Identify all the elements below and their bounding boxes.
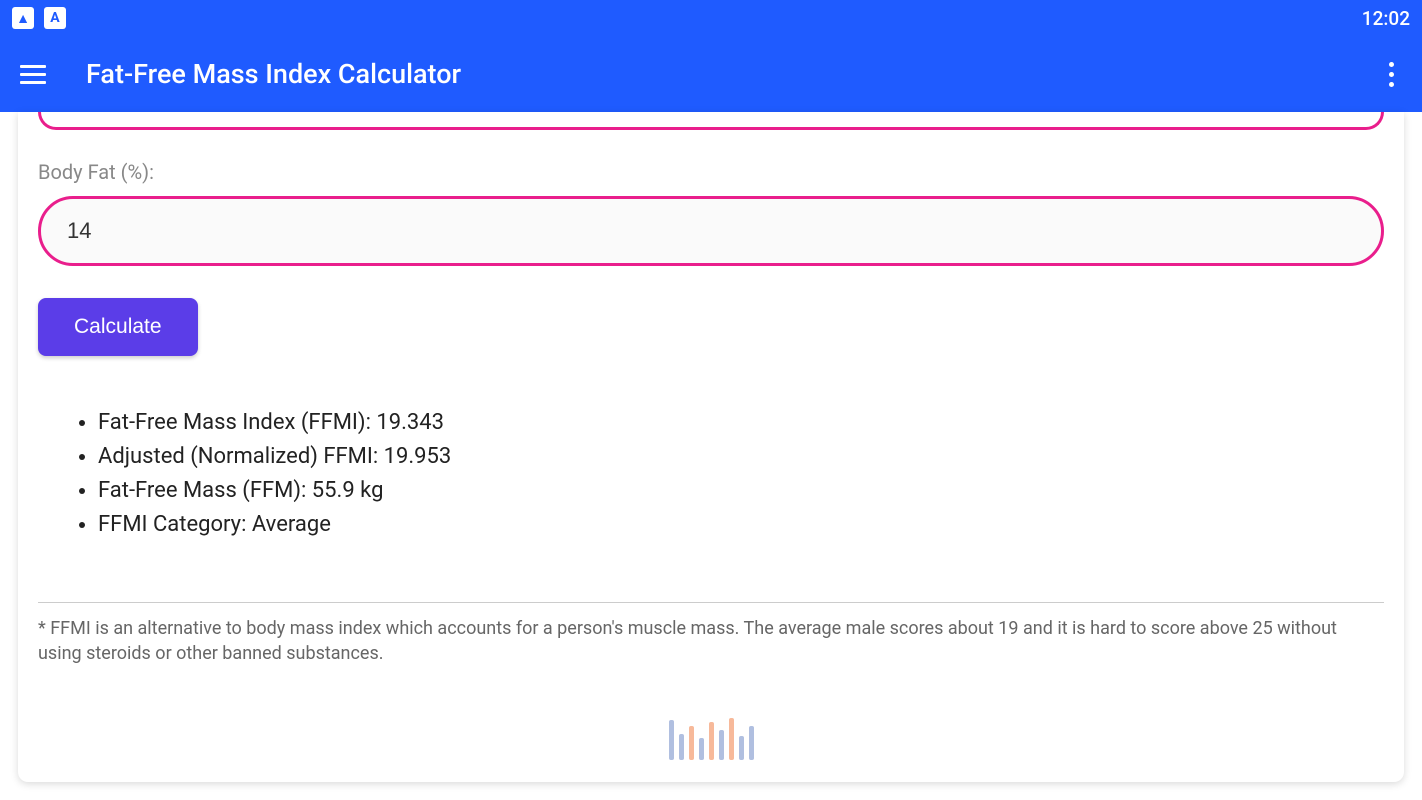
app-bar-left: Fat-Free Mass Index Calculator — [20, 58, 461, 90]
status-bar: ▲ A 12:02 — [0, 0, 1422, 36]
app-icon: A — [44, 7, 66, 29]
result-category: FFMI Category: Average — [98, 508, 1384, 542]
results-list: Fat-Free Mass Index (FFMI): 19.343 Adjus… — [38, 406, 1384, 542]
status-icons: ▲ A — [12, 7, 66, 29]
body-fat-input[interactable] — [38, 196, 1384, 266]
previous-input-edge — [38, 112, 1384, 130]
divider — [38, 602, 1384, 603]
more-options-icon[interactable] — [1381, 54, 1402, 95]
status-time: 12:02 — [1362, 7, 1410, 30]
result-ffmi: Fat-Free Mass Index (FFMI): 19.343 — [98, 406, 1384, 440]
hamburger-menu-icon[interactable] — [20, 65, 46, 84]
calculate-button[interactable]: Calculate — [38, 298, 198, 356]
footnote-text: * FFMI is an alternative to body mass in… — [38, 617, 1384, 666]
app-bar: Fat-Free Mass Index Calculator — [0, 36, 1422, 112]
result-adjusted-ffmi: Adjusted (Normalized) FFMI: 19.953 — [98, 440, 1384, 474]
result-ffm: Fat-Free Mass (FFM): 55.9 kg — [98, 474, 1384, 508]
bar-chart-icon — [38, 706, 1384, 760]
page-title: Fat-Free Mass Index Calculator — [86, 58, 461, 90]
image-icon: ▲ — [12, 7, 34, 29]
body-fat-label: Body Fat (%): — [38, 160, 1384, 184]
content-card: Body Fat (%): Calculate Fat-Free Mass In… — [18, 112, 1404, 782]
